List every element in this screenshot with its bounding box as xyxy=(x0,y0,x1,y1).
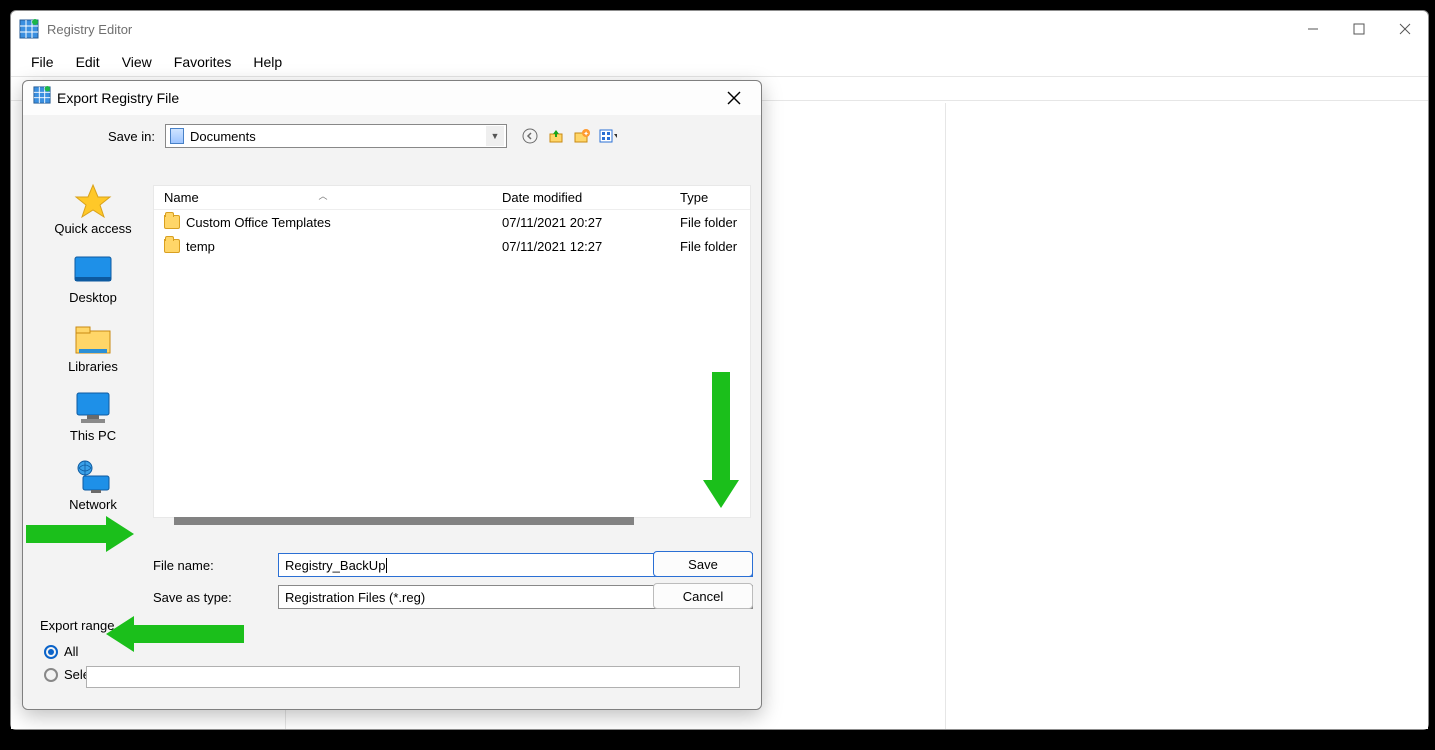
menu-file[interactable]: File xyxy=(21,50,64,74)
this-pc-icon xyxy=(72,392,114,424)
annotation-arrow-right xyxy=(26,516,134,552)
back-icon[interactable] xyxy=(521,127,539,145)
menu-view[interactable]: View xyxy=(112,50,162,74)
menu-favorites[interactable]: Favorites xyxy=(164,50,242,74)
place-network[interactable]: Network xyxy=(69,461,117,512)
desktop-icon xyxy=(72,254,114,286)
folder-icon xyxy=(164,239,180,253)
list-item[interactable]: temp 07/11/2021 12:27 File folder xyxy=(154,234,750,258)
column-name[interactable]: Name︿ xyxy=(154,190,492,205)
annotation-arrow-left xyxy=(106,616,244,652)
libraries-icon xyxy=(72,323,114,355)
selected-branch-input[interactable] xyxy=(86,666,740,688)
save-button[interactable]: Save xyxy=(653,551,753,577)
cancel-button[interactable]: Cancel xyxy=(653,583,753,609)
annotation-arrow-down xyxy=(703,372,739,508)
svg-text:✦: ✦ xyxy=(583,130,589,138)
radio-icon xyxy=(44,645,58,659)
place-label: Desktop xyxy=(69,290,117,305)
registry-editor-icon xyxy=(19,19,39,39)
column-date[interactable]: Date modified xyxy=(492,190,670,205)
radio-icon xyxy=(44,668,58,682)
dialog-title: Export Registry File xyxy=(57,90,717,106)
minimize-button[interactable] xyxy=(1290,11,1336,47)
menu-bar: File Edit View Favorites Help xyxy=(11,47,1428,77)
text-cursor xyxy=(386,558,387,573)
sort-caret-icon: ︿ xyxy=(318,189,327,202)
file-name-label: File name: xyxy=(153,558,268,573)
save-in-value: Documents xyxy=(190,129,256,144)
place-libraries[interactable]: Libraries xyxy=(68,323,118,374)
place-label: Quick access xyxy=(54,221,131,236)
place-desktop[interactable]: Desktop xyxy=(69,254,117,305)
new-folder-icon[interactable]: ✦ xyxy=(573,127,591,145)
list-item[interactable]: Custom Office Templates 07/11/2021 20:27… xyxy=(154,210,750,234)
extra-pane xyxy=(946,103,1428,729)
place-this-pc[interactable]: This PC xyxy=(70,392,116,443)
place-quick-access[interactable]: Quick access xyxy=(54,185,131,236)
horizontal-scrollbar[interactable] xyxy=(174,517,634,525)
save-in-label: Save in: xyxy=(95,129,155,144)
place-label: This PC xyxy=(70,428,116,443)
file-list[interactable]: Name︿ Date modified Type Custom Office T… xyxy=(153,185,751,518)
up-one-level-icon[interactable] xyxy=(547,127,565,145)
star-icon xyxy=(72,185,114,217)
close-button[interactable] xyxy=(1382,11,1428,47)
registry-editor-icon xyxy=(33,86,51,109)
network-icon xyxy=(72,461,114,493)
menu-edit[interactable]: Edit xyxy=(66,50,110,74)
file-list-header[interactable]: Name︿ Date modified Type xyxy=(154,186,750,210)
menu-help[interactable]: Help xyxy=(243,50,292,74)
main-titlebar: Registry Editor xyxy=(11,11,1428,47)
column-type[interactable]: Type xyxy=(670,190,750,205)
documents-icon xyxy=(170,128,184,144)
maximize-button[interactable] xyxy=(1336,11,1382,47)
folder-icon xyxy=(164,215,180,229)
window-title: Registry Editor xyxy=(47,22,1420,37)
chevron-down-icon[interactable]: ▼ xyxy=(486,126,504,146)
place-label: Network xyxy=(69,497,117,512)
dialog-close-button[interactable] xyxy=(717,83,751,113)
save-in-combo[interactable]: Documents ▼ xyxy=(165,124,507,148)
place-label: Libraries xyxy=(68,359,118,374)
save-as-type-label: Save as type: xyxy=(153,590,268,605)
view-menu-icon[interactable] xyxy=(599,127,617,145)
dialog-titlebar: Export Registry File xyxy=(23,81,761,115)
